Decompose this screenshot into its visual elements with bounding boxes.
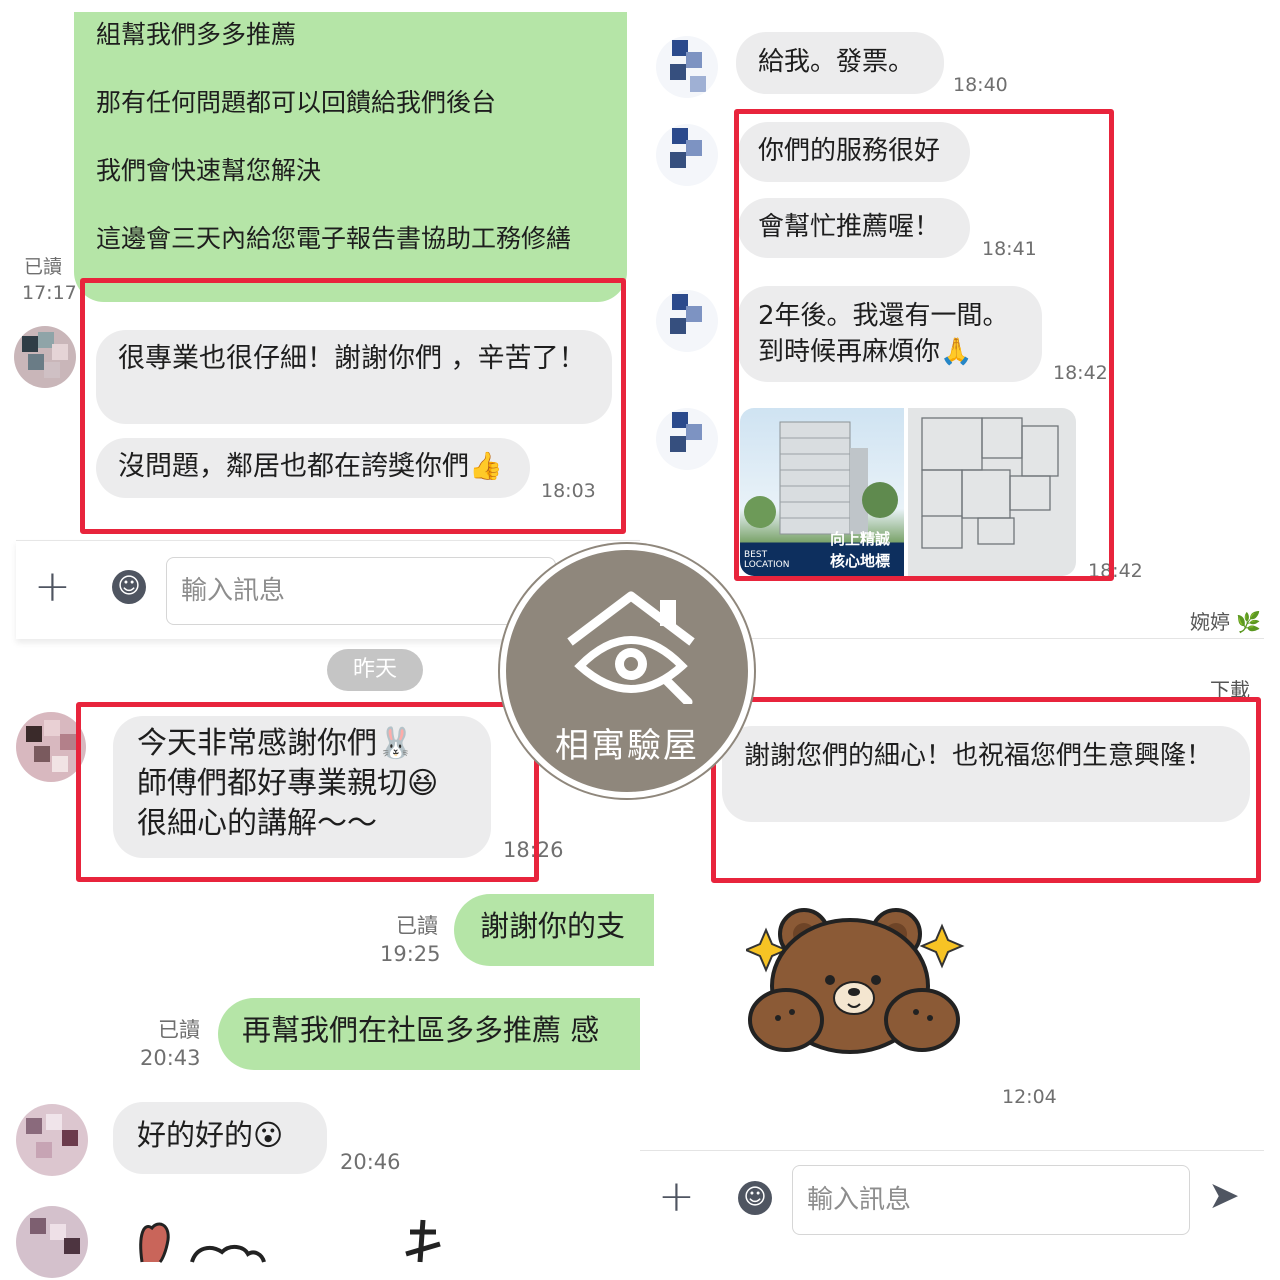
message-time: 18:40 xyxy=(953,74,1008,96)
message-time: 12:04 xyxy=(1002,1086,1057,1108)
outgoing-message: 再幫我們在社區多多推薦 感 xyxy=(218,998,640,1070)
read-status: 已讀 19:25 xyxy=(380,912,441,968)
read-status: 已讀 17:17 xyxy=(22,254,77,306)
avatar[interactable] xyxy=(656,36,718,98)
plus-icon[interactable]: + xyxy=(658,1175,695,1219)
watermark-logo: 相寓驗屋 xyxy=(500,544,754,798)
leaf-icon: 🌿 xyxy=(1236,610,1262,634)
emoji-icon[interactable]: ☺ xyxy=(112,570,146,604)
avatar[interactable] xyxy=(16,1206,88,1278)
emoji-icon[interactable]: ☺ xyxy=(738,1181,772,1215)
read-status: 已讀 20:43 xyxy=(140,1016,201,1072)
avatar[interactable] xyxy=(656,408,718,470)
plus-icon[interactable]: + xyxy=(34,565,71,609)
avatar[interactable] xyxy=(656,124,718,186)
message-input-bar: + ☺ 輸入訊息 ➤ xyxy=(640,1150,1264,1263)
highlight-box xyxy=(711,697,1261,883)
date-pill: 昨天 xyxy=(327,649,423,691)
avatar[interactable] xyxy=(16,1104,88,1176)
highlight-box xyxy=(734,109,1114,581)
read-label: 已讀 xyxy=(158,1018,200,1042)
incoming-message: 給我。發票。 xyxy=(736,32,944,94)
read-time: 20:43 xyxy=(140,1046,201,1070)
sender-name-text: 婉婷 xyxy=(1190,610,1230,634)
highlight-box xyxy=(76,702,539,882)
sender-name: 婉婷 🌿 xyxy=(1190,606,1261,635)
read-label: 已讀 xyxy=(396,914,438,938)
highlight-box xyxy=(80,278,626,534)
message-time: 20:46 xyxy=(340,1150,401,1174)
sticker-preview xyxy=(139,1219,441,1264)
message-input[interactable]: 輸入訊息 xyxy=(792,1165,1190,1235)
avatar[interactable] xyxy=(14,326,76,388)
read-time: 17:17 xyxy=(22,282,77,304)
outgoing-message: 謝謝你的支 xyxy=(454,894,654,966)
outgoing-message: 組幫我們多多推薦 那有任何問題都可以回饋給我們後台 我們會快速幫您解決 這邊會三… xyxy=(74,12,627,302)
bear-sticker xyxy=(746,908,965,1054)
read-time: 19:25 xyxy=(380,942,441,966)
house-eye-icon xyxy=(567,591,695,704)
message-input[interactable]: 輸入訊息 xyxy=(166,557,556,625)
incoming-message: 好的好的😮 xyxy=(113,1102,327,1174)
read-label: 已讀 xyxy=(23,256,62,278)
watermark-label: 相寓驗屋 xyxy=(555,726,699,766)
avatar[interactable] xyxy=(656,290,718,352)
send-icon[interactable]: ➤ xyxy=(1208,1175,1240,1215)
